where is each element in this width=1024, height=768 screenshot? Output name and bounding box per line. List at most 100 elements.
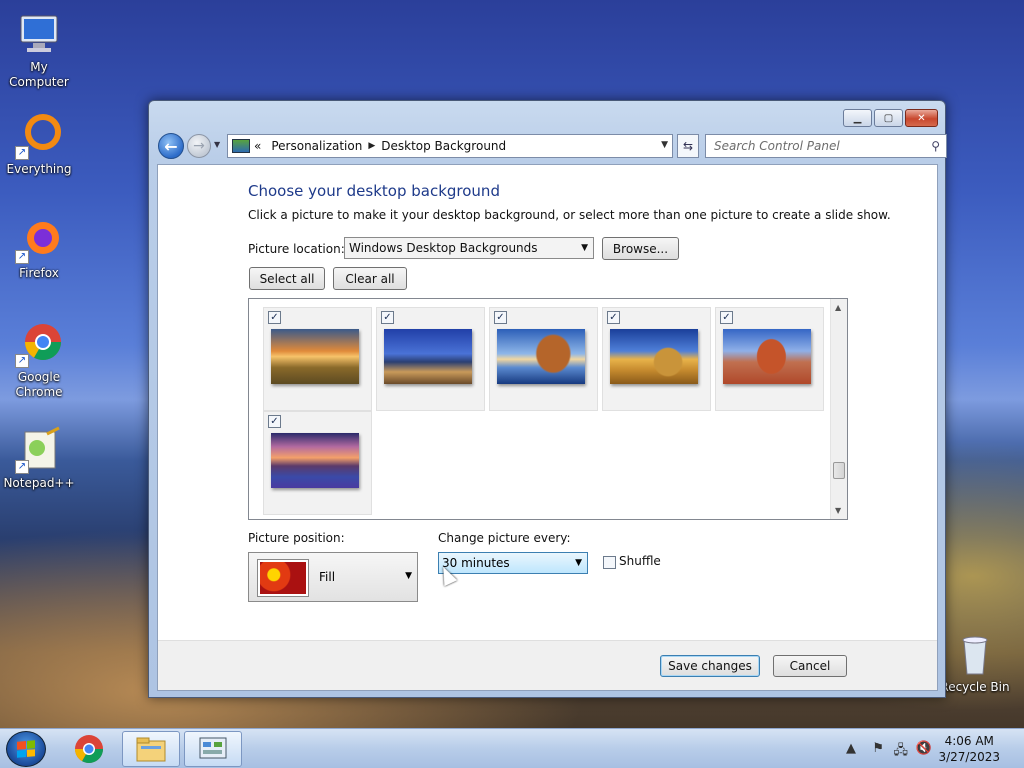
picture-thumbnail bbox=[610, 329, 698, 384]
desktop-icon-label: Recycle Bin bbox=[940, 680, 1010, 694]
recycle-bin-icon bbox=[951, 630, 999, 678]
address-dropdown-icon[interactable]: ▼ bbox=[661, 140, 668, 150]
picture-checkbox[interactable]: ✓ bbox=[268, 415, 281, 428]
search-icon[interactable]: ⚲ bbox=[931, 139, 940, 153]
desktop-background-window: ▁ ▢ ✕ ← → ▼ « Personalization ▶ Desktop … bbox=[148, 100, 947, 698]
shuffle-label[interactable]: Shuffle bbox=[619, 554, 661, 568]
picture-thumbnail bbox=[723, 329, 811, 384]
windows-logo-icon bbox=[17, 740, 35, 758]
chrome-icon: ↗ bbox=[15, 320, 63, 368]
shuffle-checkbox[interactable] bbox=[603, 556, 616, 569]
breadcrumb-separator-icon[interactable]: ▶ bbox=[368, 141, 375, 151]
search-input[interactable]: Search Control Panel ⚲ bbox=[705, 134, 947, 158]
desktop-icon-notepadpp[interactable]: ↗ Notepad++ bbox=[0, 426, 78, 491]
everything-icon: ↗ bbox=[15, 112, 63, 160]
control-panel-icon bbox=[199, 737, 227, 759]
taskbar-control-panel[interactable] bbox=[184, 731, 242, 767]
navigation-bar: ← → ▼ « Personalization ▶ Desktop Backgr… bbox=[157, 132, 947, 160]
refresh-button[interactable]: ⇆ bbox=[677, 134, 699, 158]
breadcrumb-overflow[interactable]: « bbox=[254, 139, 261, 153]
minimize-icon: ▁ bbox=[853, 112, 862, 124]
clock-date: 3/27/2023 bbox=[938, 750, 1000, 764]
chevron-down-icon: ▼ bbox=[575, 558, 582, 568]
clear-all-button[interactable]: Clear all bbox=[333, 267, 407, 290]
desktop-icon-everything[interactable]: ↗ Everything bbox=[0, 112, 78, 177]
close-button[interactable]: ✕ bbox=[905, 109, 938, 127]
scrollbar-thumb[interactable] bbox=[833, 462, 845, 479]
refresh-icon: ⇆ bbox=[682, 139, 694, 153]
picture-position-value: Fill bbox=[319, 570, 336, 584]
show-hidden-icons-button[interactable]: ▲ bbox=[846, 741, 856, 756]
page-title: Choose your desktop background bbox=[248, 182, 500, 200]
change-every-value: 30 minutes bbox=[442, 556, 510, 570]
forward-button[interactable]: → bbox=[187, 134, 211, 158]
picture-location-label: Picture location: bbox=[248, 242, 345, 256]
folder-icon bbox=[136, 737, 166, 762]
chrome-icon bbox=[75, 735, 103, 763]
clock[interactable]: 4:06 AM 3/27/2023 bbox=[938, 733, 1000, 765]
picture-checkbox[interactable]: ✓ bbox=[720, 311, 733, 324]
desktop-icon-firefox[interactable]: ↗ Firefox bbox=[0, 216, 78, 281]
address-bar[interactable]: « Personalization ▶ Desktop Background ▼ bbox=[227, 134, 673, 158]
picture-location-select[interactable]: Windows Desktop Backgrounds ▼ bbox=[344, 237, 594, 259]
change-every-select[interactable]: 30 minutes ▼ bbox=[438, 552, 588, 574]
picture-tile-hay-bale[interactable]: ✓ bbox=[602, 307, 711, 411]
breadcrumb-desktop-background[interactable]: Desktop Background bbox=[381, 139, 506, 153]
control-panel-icon bbox=[232, 139, 250, 153]
shortcut-arrow-icon: ↗ bbox=[15, 460, 29, 474]
scroll-up-icon[interactable]: ▲ bbox=[835, 303, 841, 312]
my-computer-icon bbox=[15, 10, 63, 58]
maximize-button[interactable]: ▢ bbox=[874, 109, 903, 127]
picture-position-preview bbox=[258, 560, 308, 596]
desktop-icon-chrome[interactable]: ↗ Google Chrome bbox=[0, 320, 78, 400]
maximize-icon: ▢ bbox=[883, 112, 894, 124]
taskbar: ▲ ⚑ 🖧 🔇 4:06 AM 3/27/2023 bbox=[0, 728, 1024, 768]
picture-checkbox[interactable]: ✓ bbox=[607, 311, 620, 324]
action-center-flag-icon[interactable]: ⚑ bbox=[872, 741, 884, 756]
back-button[interactable]: ← bbox=[158, 133, 184, 159]
chevron-down-icon: ▼ bbox=[581, 243, 588, 253]
picture-position-select[interactable]: Fill ▼ bbox=[248, 552, 418, 602]
desktop-icon-label: Everything bbox=[6, 162, 72, 176]
footer-area: Save changes Cancel bbox=[158, 641, 937, 690]
picture-checkbox[interactable]: ✓ bbox=[268, 311, 281, 324]
minimize-button[interactable]: ▁ bbox=[843, 109, 872, 127]
picture-location-value: Windows Desktop Backgrounds bbox=[349, 241, 538, 255]
firefox-icon: ↗ bbox=[15, 216, 63, 264]
picture-position-label: Picture position: bbox=[248, 531, 345, 545]
picture-tile-rock-beach[interactable]: ✓ bbox=[489, 307, 598, 411]
picture-checkbox[interactable]: ✓ bbox=[381, 311, 394, 324]
desktop-icon-recycle-bin[interactable]: Recycle Bin bbox=[936, 630, 1014, 695]
notepadpp-icon: ↗ bbox=[15, 426, 63, 474]
picture-tile-lake-flowers[interactable]: ✓ bbox=[263, 411, 372, 515]
picture-checkbox[interactable]: ✓ bbox=[494, 311, 507, 324]
save-changes-button[interactable]: Save changes bbox=[660, 655, 760, 677]
picture-tile-lighthouse[interactable]: ✓ bbox=[376, 307, 485, 411]
picture-tile-arch-rock[interactable]: ✓ bbox=[715, 307, 824, 411]
picture-thumbnail bbox=[271, 433, 359, 488]
volume-muted-icon[interactable]: 🔇 bbox=[916, 741, 932, 756]
back-arrow-icon: ← bbox=[164, 136, 178, 156]
search-placeholder: Search Control Panel bbox=[714, 139, 840, 153]
picture-thumbnail bbox=[271, 329, 359, 384]
desktop-icon-label: Firefox bbox=[19, 266, 59, 280]
forward-arrow-icon: → bbox=[193, 138, 205, 154]
cancel-button[interactable]: Cancel bbox=[773, 655, 847, 677]
network-icon[interactable]: 🖧 bbox=[894, 741, 909, 763]
change-every-label: Change picture every: bbox=[438, 531, 571, 545]
recent-pages-dropdown[interactable]: ▼ bbox=[214, 140, 220, 149]
scroll-down-icon[interactable]: ▼ bbox=[835, 506, 841, 515]
taskbar-chrome[interactable] bbox=[60, 731, 118, 767]
browse-button[interactable]: Browse... bbox=[602, 237, 679, 260]
gallery-scrollbar[interactable]: ▲ ▼ bbox=[830, 299, 847, 519]
window-controls: ▁ ▢ ✕ bbox=[843, 109, 938, 127]
select-all-button[interactable]: Select all bbox=[249, 267, 325, 290]
picture-thumbnail bbox=[384, 329, 472, 384]
picture-tile-sunset-field[interactable]: ✓ bbox=[263, 307, 372, 411]
breadcrumb-personalization[interactable]: Personalization bbox=[271, 139, 362, 153]
start-button[interactable] bbox=[6, 731, 46, 767]
desktop-icon-my-computer[interactable]: My Computer bbox=[0, 10, 78, 90]
picture-gallery: ✓ ✓ ✓ ✓ ✓ ✓ ▲ ▼ bbox=[248, 298, 848, 520]
desktop-icon-label: Notepad++ bbox=[3, 476, 75, 490]
taskbar-explorer[interactable] bbox=[122, 731, 180, 767]
